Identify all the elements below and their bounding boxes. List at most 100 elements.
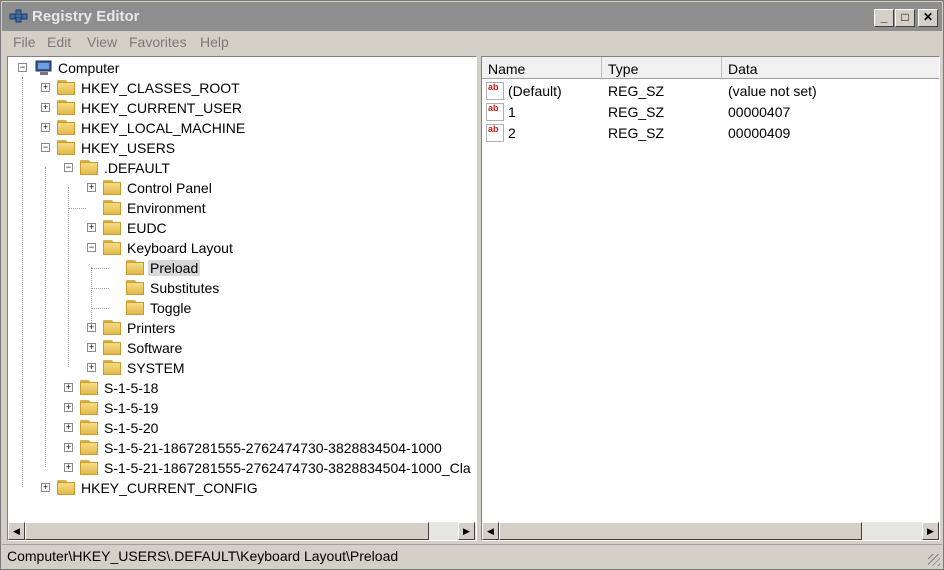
tree-horizontal-scrollbar[interactable]: ◀ ▶ [8, 522, 476, 540]
value-row[interactable]: ab 2 REG_SZ 00000409 [482, 123, 939, 144]
value-row[interactable]: ab 1 REG_SZ 00000407 [482, 102, 939, 123]
value-type: REG_SZ [608, 104, 665, 120]
tree-item-label: HKEY_USERS [81, 140, 176, 156]
tree-item[interactable]: + Control Panel [8, 178, 476, 198]
expand-icon[interactable]: + [87, 343, 96, 352]
tree-item-label: S-1-5-21-1867281555-2762474730-382883450… [104, 440, 442, 456]
expand-icon[interactable]: + [41, 103, 50, 112]
tree-item[interactable]: + Printers [8, 318, 476, 338]
expand-icon[interactable]: + [64, 443, 73, 452]
expand-icon[interactable]: + [41, 123, 50, 132]
menu-help[interactable]: Help [200, 34, 229, 50]
collapse-icon[interactable]: − [41, 143, 50, 152]
tree-item-label: SYSTEM [127, 360, 185, 376]
tree-item[interactable]: + S-1-5-20 [8, 418, 476, 438]
folder-icon [103, 320, 121, 335]
string-value-icon: ab [486, 124, 504, 142]
tree-item-label: HKEY_CURRENT_CONFIG [81, 480, 258, 496]
scroll-thumb[interactable] [25, 522, 429, 540]
collapse-icon[interactable]: − [18, 63, 27, 72]
menu-bar: File Edit View Favorites Help [2, 31, 942, 53]
tree-item-label: Preload [148, 260, 201, 276]
expand-icon[interactable]: + [64, 423, 73, 432]
tree-item-label: Control Panel [127, 180, 212, 196]
expand-icon[interactable]: + [41, 83, 50, 92]
status-path: Computer\HKEY_USERS\.DEFAULT\Keyboard La… [7, 548, 399, 564]
folder-icon [103, 180, 121, 195]
tree-guide-line [91, 288, 109, 289]
column-header-name[interactable]: Name [482, 57, 602, 79]
expand-icon[interactable]: + [87, 223, 96, 232]
folder-icon [57, 80, 75, 95]
minimize-button[interactable]: _ [874, 9, 894, 27]
tree-item[interactable]: + Software [8, 338, 476, 358]
string-value-icon: ab [486, 103, 504, 121]
tree-item[interactable]: − Keyboard Layout [8, 238, 476, 258]
folder-icon [57, 480, 75, 495]
expand-icon[interactable]: + [87, 323, 96, 332]
tree-item[interactable]: + EUDC [8, 218, 476, 238]
expand-icon[interactable]: + [87, 183, 96, 192]
tree-item[interactable]: + S-1-5-21-1867281555-2762474730-38288345… [8, 438, 476, 458]
tree-item[interactable]: + HKEY_LOCAL_MACHINE [8, 118, 476, 138]
expand-icon[interactable]: + [87, 363, 96, 372]
close-button[interactable]: ✕ [918, 9, 938, 27]
registry-editor-window: Registry Editor _ □ ✕ File Edit View Fav… [0, 0, 944, 570]
tree-item-label: Toggle [150, 300, 192, 316]
collapse-icon[interactable]: − [87, 243, 96, 252]
menu-view[interactable]: View [87, 34, 117, 50]
tree-item[interactable]: + HKEY_CURRENT_USER [8, 98, 476, 118]
tree-item[interactable]: + S-1-5-19 [8, 398, 476, 418]
column-header-type[interactable]: Type [602, 57, 722, 79]
menu-file[interactable]: File [13, 34, 36, 50]
tree-item[interactable]: + HKEY_CURRENT_CONFIG [8, 478, 476, 498]
scroll-right-button[interactable]: ▶ [922, 522, 939, 540]
value-type: REG_SZ [608, 125, 665, 141]
menu-edit[interactable]: Edit [47, 34, 71, 50]
scroll-right-button[interactable]: ▶ [458, 522, 475, 540]
title-bar[interactable]: Registry Editor _ □ ✕ [2, 2, 942, 31]
tree-item-label: S-1-5-19 [104, 400, 159, 416]
tree-item[interactable]: Preload [8, 258, 476, 278]
expand-icon[interactable]: + [41, 483, 50, 492]
tree-item[interactable]: − Computer [8, 58, 476, 78]
collapse-icon[interactable]: − [64, 163, 73, 172]
tree-item[interactable]: Toggle [8, 298, 476, 318]
tree-item-label: Computer [58, 60, 120, 76]
tree-item-label: S-1-5-18 [104, 380, 159, 396]
expand-icon[interactable]: + [64, 383, 73, 392]
tree-item-label: HKEY_LOCAL_MACHINE [81, 120, 246, 136]
menu-favorites[interactable]: Favorites [129, 34, 187, 50]
tree-item[interactable]: Environment [8, 198, 476, 218]
values-list-pane[interactable]: Name Type Data ab (Default) REG_SZ (value n… [481, 56, 940, 541]
tree-guide-line [68, 208, 86, 209]
tree-item[interactable]: − .DEFAULT [8, 158, 476, 178]
list-horizontal-scrollbar[interactable]: ◀ ▶ [482, 522, 939, 540]
tree-item[interactable]: + HKEY_CLASSES_ROOT [8, 78, 476, 98]
status-bar: Computer\HKEY_USERS\.DEFAULT\Keyboard La… [2, 544, 942, 568]
folder-icon [80, 420, 98, 435]
key-tree-pane[interactable]: − Computer + HKEY_CLASSES_ROOT + HKEY_CURRENT… [7, 56, 477, 541]
maximize-button[interactable]: □ [895, 9, 915, 27]
scroll-left-button[interactable]: ◀ [8, 522, 25, 540]
tree-item[interactable]: Substitutes [8, 278, 476, 298]
resize-grip-icon[interactable] [928, 554, 940, 566]
expand-icon[interactable]: + [64, 403, 73, 412]
value-row[interactable]: ab (Default) REG_SZ (value not set) [482, 81, 939, 102]
tree-item[interactable]: − HKEY_USERS [8, 138, 476, 158]
tree-item[interactable]: + S-1-5-21-1867281555-2762474730-38288345… [8, 458, 476, 478]
tree-item-label: Environment [127, 200, 206, 216]
column-header-data[interactable]: Data [722, 57, 939, 79]
tree-item-label: Keyboard Layout [127, 240, 233, 256]
tree-item[interactable]: + S-1-5-18 [8, 378, 476, 398]
scroll-left-button[interactable]: ◀ [482, 522, 499, 540]
folder-icon [126, 300, 144, 315]
value-name: 2 [508, 125, 516, 141]
folder-icon [126, 260, 144, 275]
expand-icon[interactable]: + [64, 463, 73, 472]
tree-item-label: S-1-5-20 [104, 420, 159, 436]
tree-item[interactable]: + SYSTEM [8, 358, 476, 378]
value-name: 1 [508, 104, 516, 120]
folder-icon [103, 240, 121, 255]
scroll-thumb[interactable] [499, 522, 862, 540]
